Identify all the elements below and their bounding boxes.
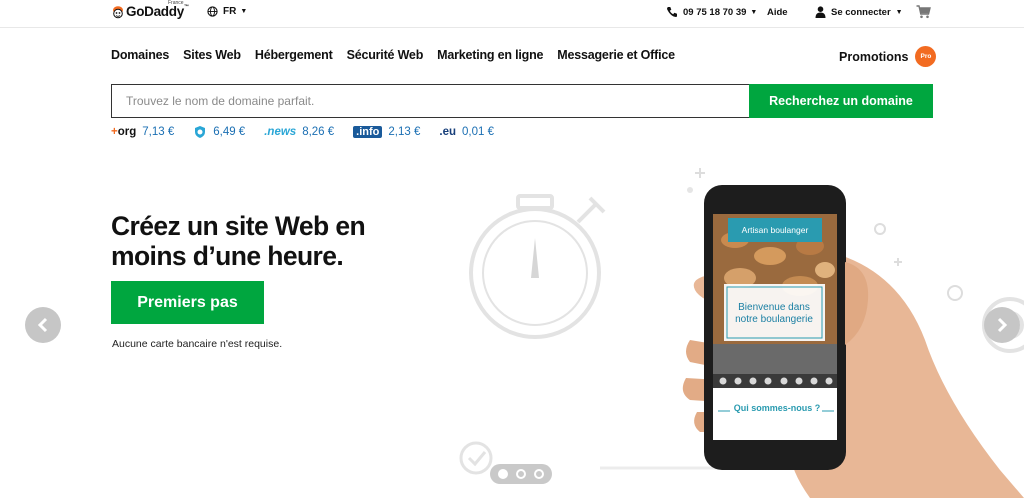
hero-title: Créez un site Web en moins d’une heure.: [111, 211, 366, 271]
tld-info[interactable]: .info 2,13 €: [353, 126, 420, 138]
tld-name: .news: [264, 126, 297, 138]
godaddy-guy-icon: [111, 5, 125, 19]
chevron-down-icon: ▼: [750, 8, 758, 16]
check-circle-icon: [459, 441, 493, 475]
language-label: FR: [223, 6, 237, 17]
tld-org[interactable]: +org 7,13 €: [111, 126, 174, 138]
tld-price: 7,13 €: [142, 126, 175, 138]
language-selector[interactable]: FR ▼: [207, 6, 247, 17]
tld-price: 0,01 €: [462, 126, 494, 138]
chevron-right-icon: [995, 317, 1009, 333]
tld-badge[interactable]: 6,49 €: [193, 125, 245, 139]
tld-price: 8,26 €: [302, 126, 335, 138]
globe-icon: [207, 6, 218, 17]
carousel-prev-button[interactable]: [25, 307, 61, 343]
nav-item-sites-web[interactable]: Sites Web: [183, 48, 241, 62]
carousel-next-button[interactable]: [984, 307, 1020, 343]
cart-icon[interactable]: [916, 5, 931, 24]
tld-name: .info: [353, 126, 383, 138]
logo-text: GoDaddy™: [126, 4, 189, 19]
carousel-dot-1[interactable]: [498, 469, 508, 479]
promotions-link[interactable]: Promotions Pro: [839, 46, 937, 67]
phone-menu[interactable]: 09 75 18 70 39 ▼: [666, 6, 757, 18]
tld-price: 2,13 €: [388, 126, 421, 138]
phone-screen-welcome: Bienvenue dans notre boulangerie: [735, 302, 813, 325]
help-link[interactable]: Aide: [767, 7, 788, 18]
nav-item-messagerie[interactable]: Messagerie et Office: [557, 48, 675, 62]
get-started-button[interactable]: Premiers pas: [111, 281, 264, 324]
carousel-dot-3[interactable]: [534, 469, 544, 479]
carousel-dots: [490, 464, 552, 484]
top-bar: GoDaddy™ France FR ▼ 09 75 18 70 39 ▼ Ai…: [0, 0, 1024, 28]
chevron-down-icon: ▼: [240, 8, 248, 15]
main-nav: Domaines Sites Web Hébergement Sécurité …: [111, 48, 675, 62]
phone-icon: [666, 6, 678, 18]
phone-screen-about: Qui sommes-nous ?: [733, 403, 821, 413]
godaddy-logo[interactable]: GoDaddy™ France: [111, 0, 189, 25]
chevron-left-icon: [36, 317, 50, 333]
login-menu[interactable]: Se connecter ▼: [815, 6, 903, 18]
nav-item-domaines[interactable]: Domaines: [111, 48, 169, 62]
tld-news[interactable]: .news 8,26 €: [264, 126, 334, 138]
user-icon: [815, 6, 826, 18]
pro-badge: Pro: [915, 46, 937, 67]
tld-name: +org: [111, 126, 137, 138]
nav-item-hebergement[interactable]: Hébergement: [255, 48, 333, 62]
tld-badge-icon: [193, 125, 207, 139]
carousel-dot-2[interactable]: [516, 469, 526, 479]
domain-search-button[interactable]: Recherchez un domaine: [749, 84, 933, 118]
nav-item-marketing[interactable]: Marketing en ligne: [437, 48, 543, 62]
phone-number: 09 75 18 70 39: [683, 6, 747, 18]
tld-price-list: +org 7,13 € 6,49 € .news 8,26 € .info 2,…: [111, 125, 513, 139]
chevron-down-icon: ▼: [895, 8, 903, 16]
logo-country: France: [168, 0, 184, 6]
domain-search-input[interactable]: [111, 84, 749, 118]
domain-search: Recherchez un domaine: [111, 84, 933, 118]
tld-name: .eu: [439, 126, 456, 138]
promotions-label: Promotions: [839, 49, 909, 64]
hero-note: Aucune carte bancaire n'est requise.: [112, 338, 283, 350]
tld-price: 6,49 €: [213, 126, 246, 138]
tld-eu[interactable]: .eu 0,01 €: [439, 126, 494, 138]
phone-screen-banner: Artisan boulanger: [728, 218, 822, 242]
login-label: Se connecter: [831, 6, 891, 18]
nav-item-securite-web[interactable]: Sécurité Web: [347, 48, 424, 62]
